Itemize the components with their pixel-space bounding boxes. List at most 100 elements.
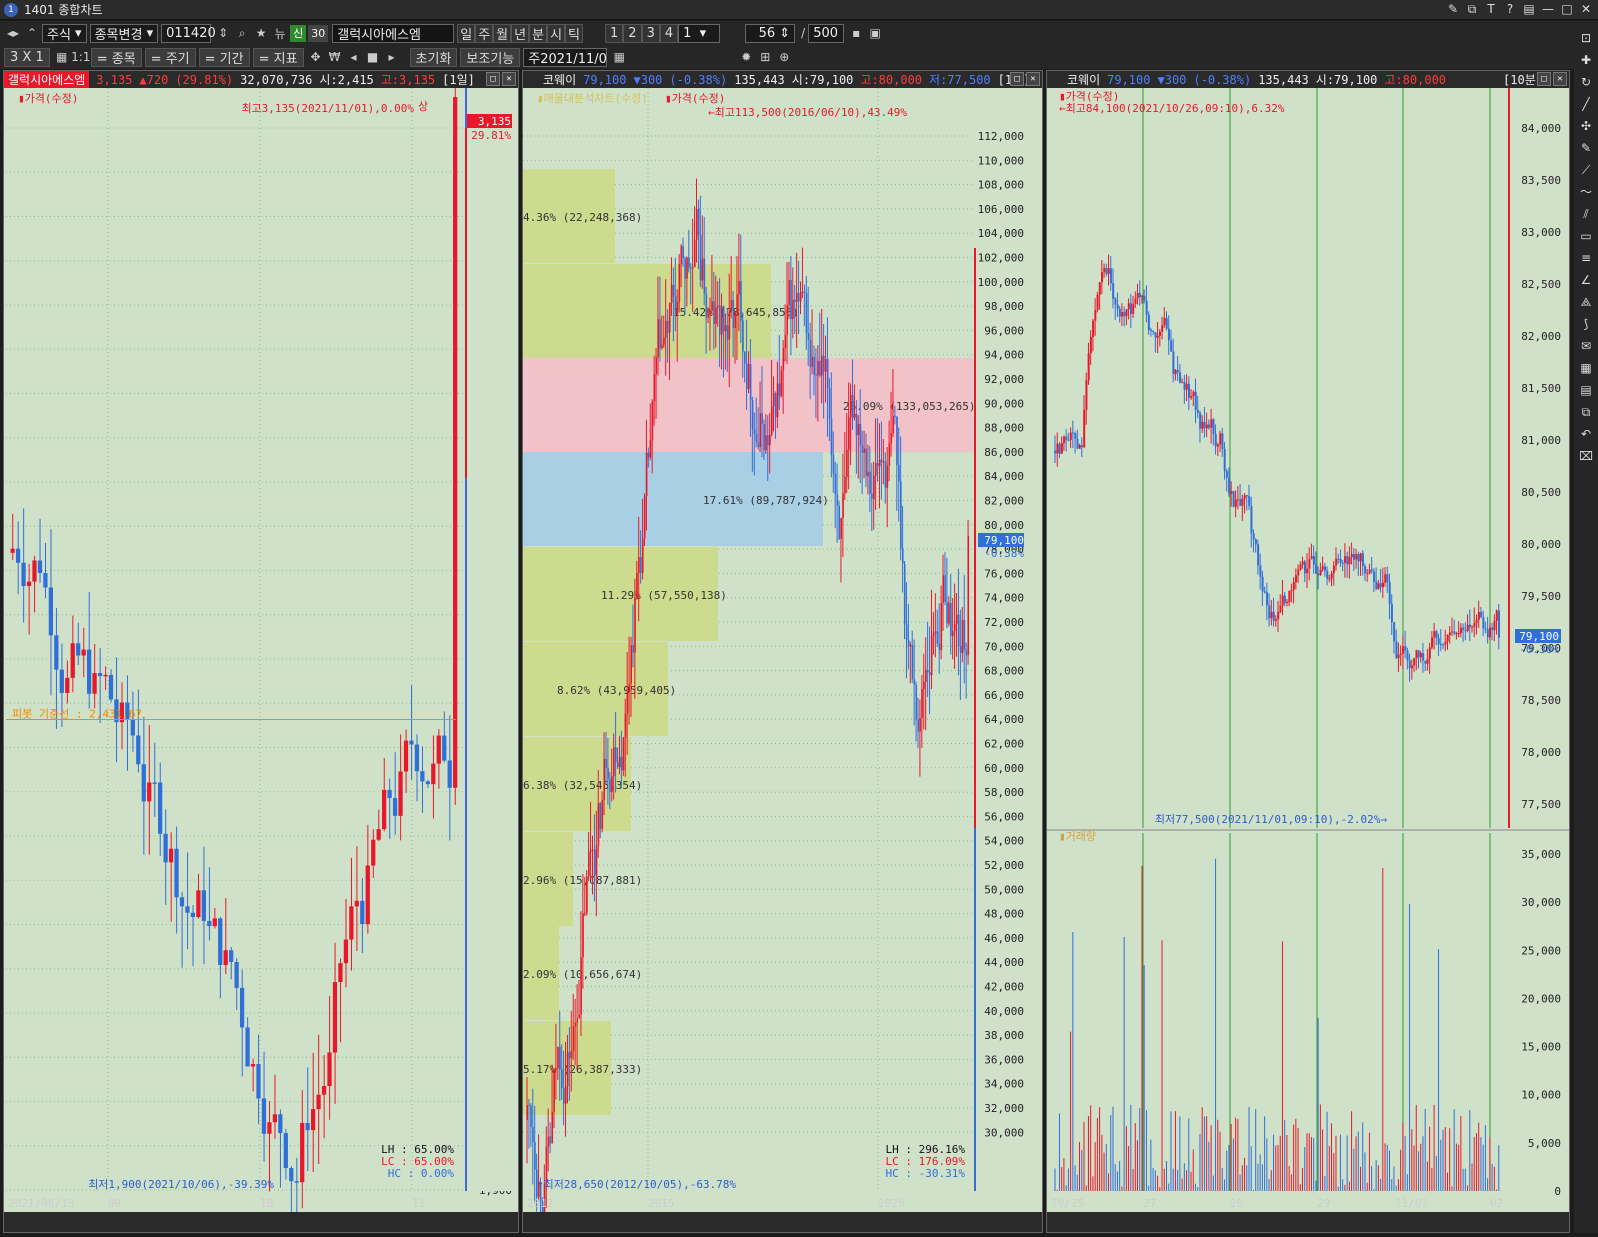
candle-body [620,756,623,771]
chart-pane-daily[interactable]: 갤럭시아에스엠 3,135 ▲ 720 (29.81%) 32,070,736 … [3,70,519,1233]
period-year-button[interactable]: 년 [511,23,530,43]
link-icon[interactable]: ⧉ [1464,1,1480,17]
crosshair-icon[interactable]: ✥ [307,48,325,67]
search-icon[interactable]: ⌕ [233,24,251,43]
pin-icon[interactable]: ✎ [1445,1,1461,17]
y-tick-label: 30,000 [984,1126,1024,1139]
period-minute-button[interactable]: 분 [529,23,548,43]
text-icon[interactable]: T [1483,1,1499,17]
zoom-search-icon[interactable]: ⊕ [775,48,793,67]
period-menu-button[interactable]: = 주기 [144,47,196,67]
favorite-star-icon[interactable]: ★ [252,24,270,43]
pane-close-icon[interactable]: ✕ [502,72,516,86]
add-tool-icon[interactable]: ✚ [1576,50,1596,70]
pen-tool-icon[interactable]: ✎ [1576,138,1596,158]
help-icon[interactable]: ? [1502,1,1518,17]
grid-tool-icon[interactable]: ▦ [1576,358,1596,378]
interval-1-button[interactable]: 1 [605,23,624,43]
candle-body [1368,569,1371,574]
interval-select[interactable]: 1 ▾ [678,23,721,43]
prev-icon[interactable]: ◂ [345,48,363,67]
period-week-button[interactable]: 주 [475,23,494,43]
line-tool-icon[interactable]: ╱ [1576,94,1596,114]
wave-tool-icon[interactable]: 〜 [1576,182,1596,202]
period-month-button[interactable]: 월 [493,23,512,43]
interval-4-button[interactable]: 4 [659,23,679,43]
stock-menu-button[interactable]: = 종목 [90,47,142,67]
apply-icon[interactable]: ▪ [847,24,865,43]
stock-code-input[interactable]: 011420 [161,23,216,43]
candle-body [651,401,654,441]
y-tick-label: 81,500 [1521,382,1561,395]
stop-icon[interactable]: ■ [364,48,382,67]
lock-icon[interactable]: ▣ [866,24,884,43]
maximize-icon[interactable]: □ [1559,1,1575,17]
calendar-icon[interactable]: ▦ [610,48,628,67]
intraday-chart[interactable]: 84,000 83,500 83,000 82,500 82,000 81,500 81,0… [1047,88,1569,1214]
stock-name-tag[interactable]: 갤럭시아에스엠 [4,71,90,88]
weekly-volume-profile-chart[interactable]: 112,000 110,000 108,000 106,000 104,000 102,0… [523,88,1042,1214]
news-icon[interactable]: 뉴 [271,24,289,43]
candle-body [830,418,833,456]
pane-close-icon[interactable]: ✕ [1553,72,1567,86]
copy-tool-icon[interactable]: ⧉ [1576,402,1596,422]
save-image-icon[interactable]: ⊞ [756,48,774,67]
reset-button[interactable]: 초기화 [409,47,458,67]
candle-body [659,319,661,349]
gann-tool-icon[interactable]: ⟆ [1576,314,1596,334]
delete-tool-icon[interactable]: ⌧ [1576,446,1596,466]
candle-body [1426,658,1429,664]
date-field[interactable]: 주2021/11/0 [523,47,608,67]
pane-maximize-icon[interactable]: □ [486,72,500,86]
stock-name-tag[interactable]: 코웨이 [1067,71,1100,88]
indicator-menu-button[interactable]: = 지표 [252,47,304,67]
fibo-tool-icon[interactable]: ≡ [1576,248,1596,268]
chart-pane-weekly[interactable]: 코웨이 79,100 ▼ 300 (-0.38%) 135,443 시:79,1… [522,70,1043,1233]
box-tool-icon[interactable]: ▭ [1576,226,1596,246]
stepper-icon[interactable]: ⇕ [214,24,232,43]
market-select[interactable]: 주식 ▾ [42,23,87,43]
fan-tool-icon[interactable]: ⟁ [1576,292,1596,312]
stock-name-tag[interactable]: 코웨이 [543,71,576,88]
toggle-panel-icon[interactable]: ◂▸ [4,24,22,43]
interval-2-button[interactable]: 2 [623,23,642,43]
period-day-button[interactable]: 일 [457,23,476,43]
pane-maximize-icon[interactable]: □ [1537,72,1551,86]
interval-3-button[interactable]: 3 [641,23,660,43]
daily-candle-chart[interactable]: 3,1003,0503,0002,9502,9002,8502,8002,750… [4,88,518,1214]
total-count-input[interactable]: 500 [808,23,845,43]
cross-tool-icon[interactable]: ✣ [1576,116,1596,136]
candle-body [769,434,771,446]
collapse-icon[interactable]: ⌃ [23,24,41,43]
grid-icon[interactable]: ▦ [53,48,71,67]
note-tool-icon[interactable]: ✉ [1576,336,1596,356]
memo-icon[interactable]: ▤ [1521,1,1537,17]
period-hour-button[interactable]: 시 [547,23,566,43]
trend-tool-icon[interactable]: ⟋ [1576,160,1596,180]
channel-tool-icon[interactable]: ⫽ [1576,204,1596,224]
period-tick-button[interactable]: 틱 [565,23,584,43]
settings-gear-icon[interactable]: ✹ [737,48,755,67]
angle-tool-icon[interactable]: ∠ [1576,270,1596,290]
change-stock-select[interactable]: 종목변경 ▾ [89,23,159,43]
single-view-icon[interactable]: 1:1 [71,48,90,67]
cycle-icon[interactable]: ↻ [1576,72,1596,92]
pane-maximize-icon[interactable]: □ [1010,72,1024,86]
candle-body [316,1094,321,1110]
aux-function-button[interactable]: 보조기능 [460,47,521,67]
x-tick-label: 27 [1143,1197,1156,1210]
table-tool-icon[interactable]: ▤ [1576,380,1596,400]
next-icon[interactable]: ▸ [383,48,401,67]
candle-body [1471,626,1474,628]
pane-close-icon[interactable]: ✕ [1026,72,1040,86]
minimize-icon[interactable]: — [1540,1,1556,17]
chart-pane-10min[interactable]: 코웨이 79,100 ▼ 300 (-0.38%) 135,443 시:79,1… [1046,70,1570,1233]
view-count-input[interactable]: 56 ⇕ [745,23,796,43]
candle-body [942,575,945,603]
range-menu-button[interactable]: = 기간 [198,47,250,67]
currency-icon[interactable]: ₩ [326,48,344,67]
all-tools-icon[interactable]: ⊡ [1576,28,1596,48]
layout-button[interactable]: 3 X 1 [4,47,50,67]
undo-tool-icon[interactable]: ↶ [1576,424,1596,444]
close-icon[interactable]: ✕ [1578,1,1594,17]
